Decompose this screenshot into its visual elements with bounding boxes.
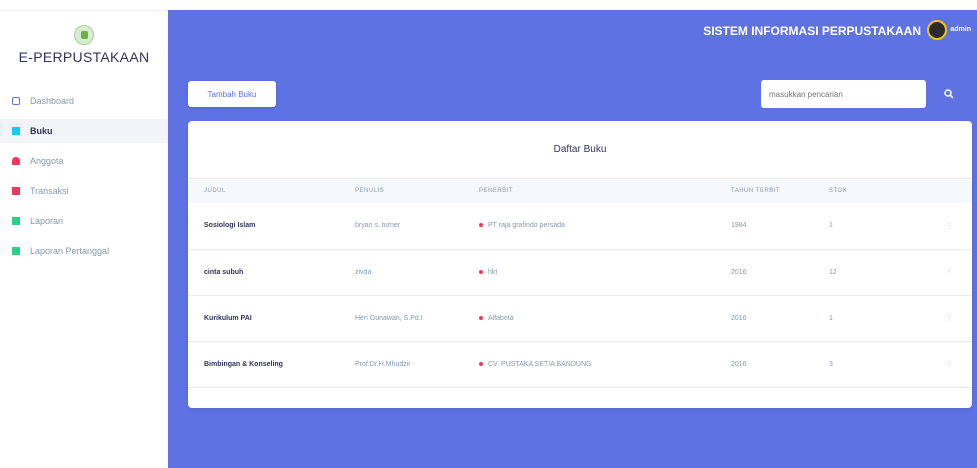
sidebar-item-buku[interactable]: Buku [0, 119, 168, 143]
more-options-icon[interactable]: ⋮ [946, 269, 953, 276]
cell-stok: 1 [829, 222, 833, 230]
card-title: Daftar Buku [188, 121, 972, 179]
transaction-icon [12, 187, 20, 195]
column-header-tahun-terbit: Tahun Terbit [731, 188, 781, 194]
cell-judul: Bimbingan & Konseling [204, 360, 283, 368]
search-icon [944, 89, 954, 99]
user-name[interactable]: admin [950, 26, 971, 33]
book-table: Judul Penulis Penerbit Tahun Terbit Stok… [188, 179, 972, 388]
sidebar-item-laporan[interactable]: Laporan [0, 209, 168, 233]
table-header-row: Judul Penulis Penerbit Tahun Terbit Stok [188, 179, 972, 203]
search-input[interactable] [761, 80, 926, 108]
penerbit-text: Alfabeta [488, 314, 514, 322]
status-dot-icon [479, 315, 483, 320]
row-actions-cell: ⋮ [926, 203, 972, 249]
table-row: Bimbingan & Konseling Prof.Dr.H.Mhudzir … [188, 341, 972, 387]
book-icon [12, 127, 20, 135]
penerbit-text: PT raja grafindo persada [488, 222, 565, 230]
report-date-icon [12, 247, 20, 255]
cell-penulis: bryan s. turner [355, 222, 401, 230]
cell-tahun: 2016 [731, 314, 747, 322]
column-header-stok: Stok [829, 188, 848, 194]
book-list-card: Daftar Buku Judul Penulis Penerbit Tahun… [188, 121, 972, 408]
penerbit-text: CV. PUSTAKA SETIA BANDUNG [488, 360, 592, 368]
dashboard-icon [12, 97, 20, 105]
more-options-icon[interactable]: ⋮ [946, 315, 953, 322]
row-actions-cell: ⋮ [926, 341, 972, 387]
report-icon [12, 217, 20, 225]
cell-penerbit: hkt [479, 249, 731, 295]
sidebar-item-dashboard[interactable]: Dashboard [0, 89, 168, 113]
cell-judul: Kurikulum PAI [204, 314, 252, 322]
row-actions-cell: ⋮ [926, 249, 972, 295]
brand-name: E-PERPUSTAKAAN [18, 49, 150, 65]
main-content: SISTEM INFORMASI PERPUSTAKAAN admin Tamb… [168, 10, 977, 468]
cell-penulis: zivda [355, 268, 372, 276]
column-header-penulis: Penulis [355, 188, 385, 194]
row-actions-cell: ⋮ [926, 295, 972, 341]
penerbit-text: hkt [488, 268, 498, 276]
sidebar-item-label: Buku [30, 126, 53, 136]
user-icon [12, 157, 20, 165]
status-dot-icon [479, 361, 483, 366]
cell-penulis: Prof.Dr.H.Mhudzir [355, 360, 411, 368]
sidebar-item-label: Dashboard [30, 96, 75, 106]
cell-tahun: 1984 [731, 222, 747, 230]
sidebar: E-PERPUSTAKAAN Dashboard Buku Anggota Tr… [0, 10, 168, 468]
cell-penerbit: Alfabeta [479, 295, 731, 341]
sidebar-item-label: Anggota [30, 156, 64, 166]
add-book-button[interactable]: Tambah Buku [188, 81, 276, 107]
table-row: Sosiologi Islam bryan s. turner PT raja … [188, 203, 972, 249]
more-options-icon[interactable]: ⋮ [946, 223, 953, 230]
sidebar-item-anggota[interactable]: Anggota [0, 149, 168, 173]
avatar[interactable] [927, 20, 947, 40]
table-row: cinta subuh zivda hkt 2016 12 ⋮ [188, 249, 972, 295]
library-logo-icon [74, 25, 94, 45]
sidebar-item-label: Transaksi [30, 186, 69, 196]
cell-stok: 3 [829, 360, 833, 368]
more-options-icon[interactable]: ⋮ [946, 361, 953, 368]
cell-judul: Sosiologi Islam [204, 222, 256, 230]
column-header-judul: Judul [204, 188, 226, 194]
search-button[interactable] [934, 80, 964, 108]
cell-tahun: 2016 [731, 360, 747, 368]
cell-stok: 1 [829, 314, 833, 322]
brand: E-PERPUSTAKAAN [0, 11, 168, 89]
sidebar-nav: Dashboard Buku Anggota Transaksi Laporan… [0, 89, 168, 263]
column-header-penerbit: Penerbit [479, 188, 514, 194]
sidebar-item-transaksi[interactable]: Transaksi [0, 179, 168, 203]
status-dot-icon [479, 269, 483, 274]
sidebar-item-label: Laporan [30, 216, 64, 226]
cell-stok: 12 [829, 268, 837, 276]
sidebar-item-label: Laporan Pertanggal [30, 246, 110, 256]
column-header-actions [926, 179, 972, 203]
cell-penulis: Heri Gunawan, S.Pd.I [355, 314, 423, 322]
cell-tahun: 2016 [731, 268, 747, 276]
app-title: SISTEM INFORMASI PERPUSTAKAAN [703, 24, 921, 38]
status-dot-icon [479, 223, 483, 228]
cell-judul: cinta subuh [204, 268, 244, 276]
cell-penerbit: CV. PUSTAKA SETIA BANDUNG [479, 341, 731, 387]
cell-penerbit: PT raja grafindo persada [479, 203, 731, 249]
sidebar-item-laporan-pertanggal[interactable]: Laporan Pertanggal [0, 239, 168, 263]
table-row: Kurikulum PAI Heri Gunawan, S.Pd.I Alfab… [188, 295, 972, 341]
